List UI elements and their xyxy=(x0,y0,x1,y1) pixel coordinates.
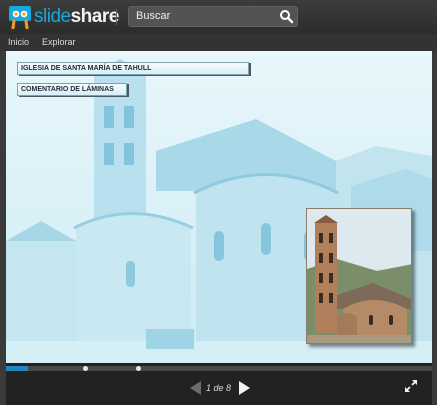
nav-item-explorar[interactable]: Explorar xyxy=(42,37,76,47)
nav-bar: Inicio Explorar xyxy=(0,34,437,51)
fullscreen-icon[interactable] xyxy=(404,379,418,393)
progress-bar[interactable] xyxy=(6,366,432,371)
page-indicator: 1 de 8 xyxy=(206,383,232,393)
slide-viewer[interactable]: IGLESIA DE SANTA MARÍA DE TAHULL COMENTA… xyxy=(6,51,432,363)
player-controls: 1 de 8 xyxy=(6,363,432,405)
progress-fill xyxy=(6,366,29,371)
brand-name[interactable]: slideshare xyxy=(34,6,119,28)
header-divider xyxy=(116,9,117,25)
next-icon[interactable] xyxy=(238,381,250,395)
slideshare-logo-icon[interactable] xyxy=(8,5,32,29)
nav-item-inicio[interactable]: Inicio xyxy=(8,37,29,47)
search-placeholder: Buscar xyxy=(136,10,171,22)
church-photo xyxy=(306,208,412,344)
search-input[interactable]: Buscar xyxy=(128,6,298,27)
slide-subtitle: COMENTARIO DE LÁMINAS xyxy=(17,83,127,96)
progress-marker[interactable] xyxy=(136,366,141,371)
search-icon[interactable] xyxy=(278,9,294,24)
prev-icon[interactable] xyxy=(190,381,202,395)
top-bar: slideshare Buscar xyxy=(0,0,437,34)
progress-marker[interactable] xyxy=(83,366,88,371)
slide-title: IGLESIA DE SANTA MARÍA DE TAHULL xyxy=(17,62,249,75)
